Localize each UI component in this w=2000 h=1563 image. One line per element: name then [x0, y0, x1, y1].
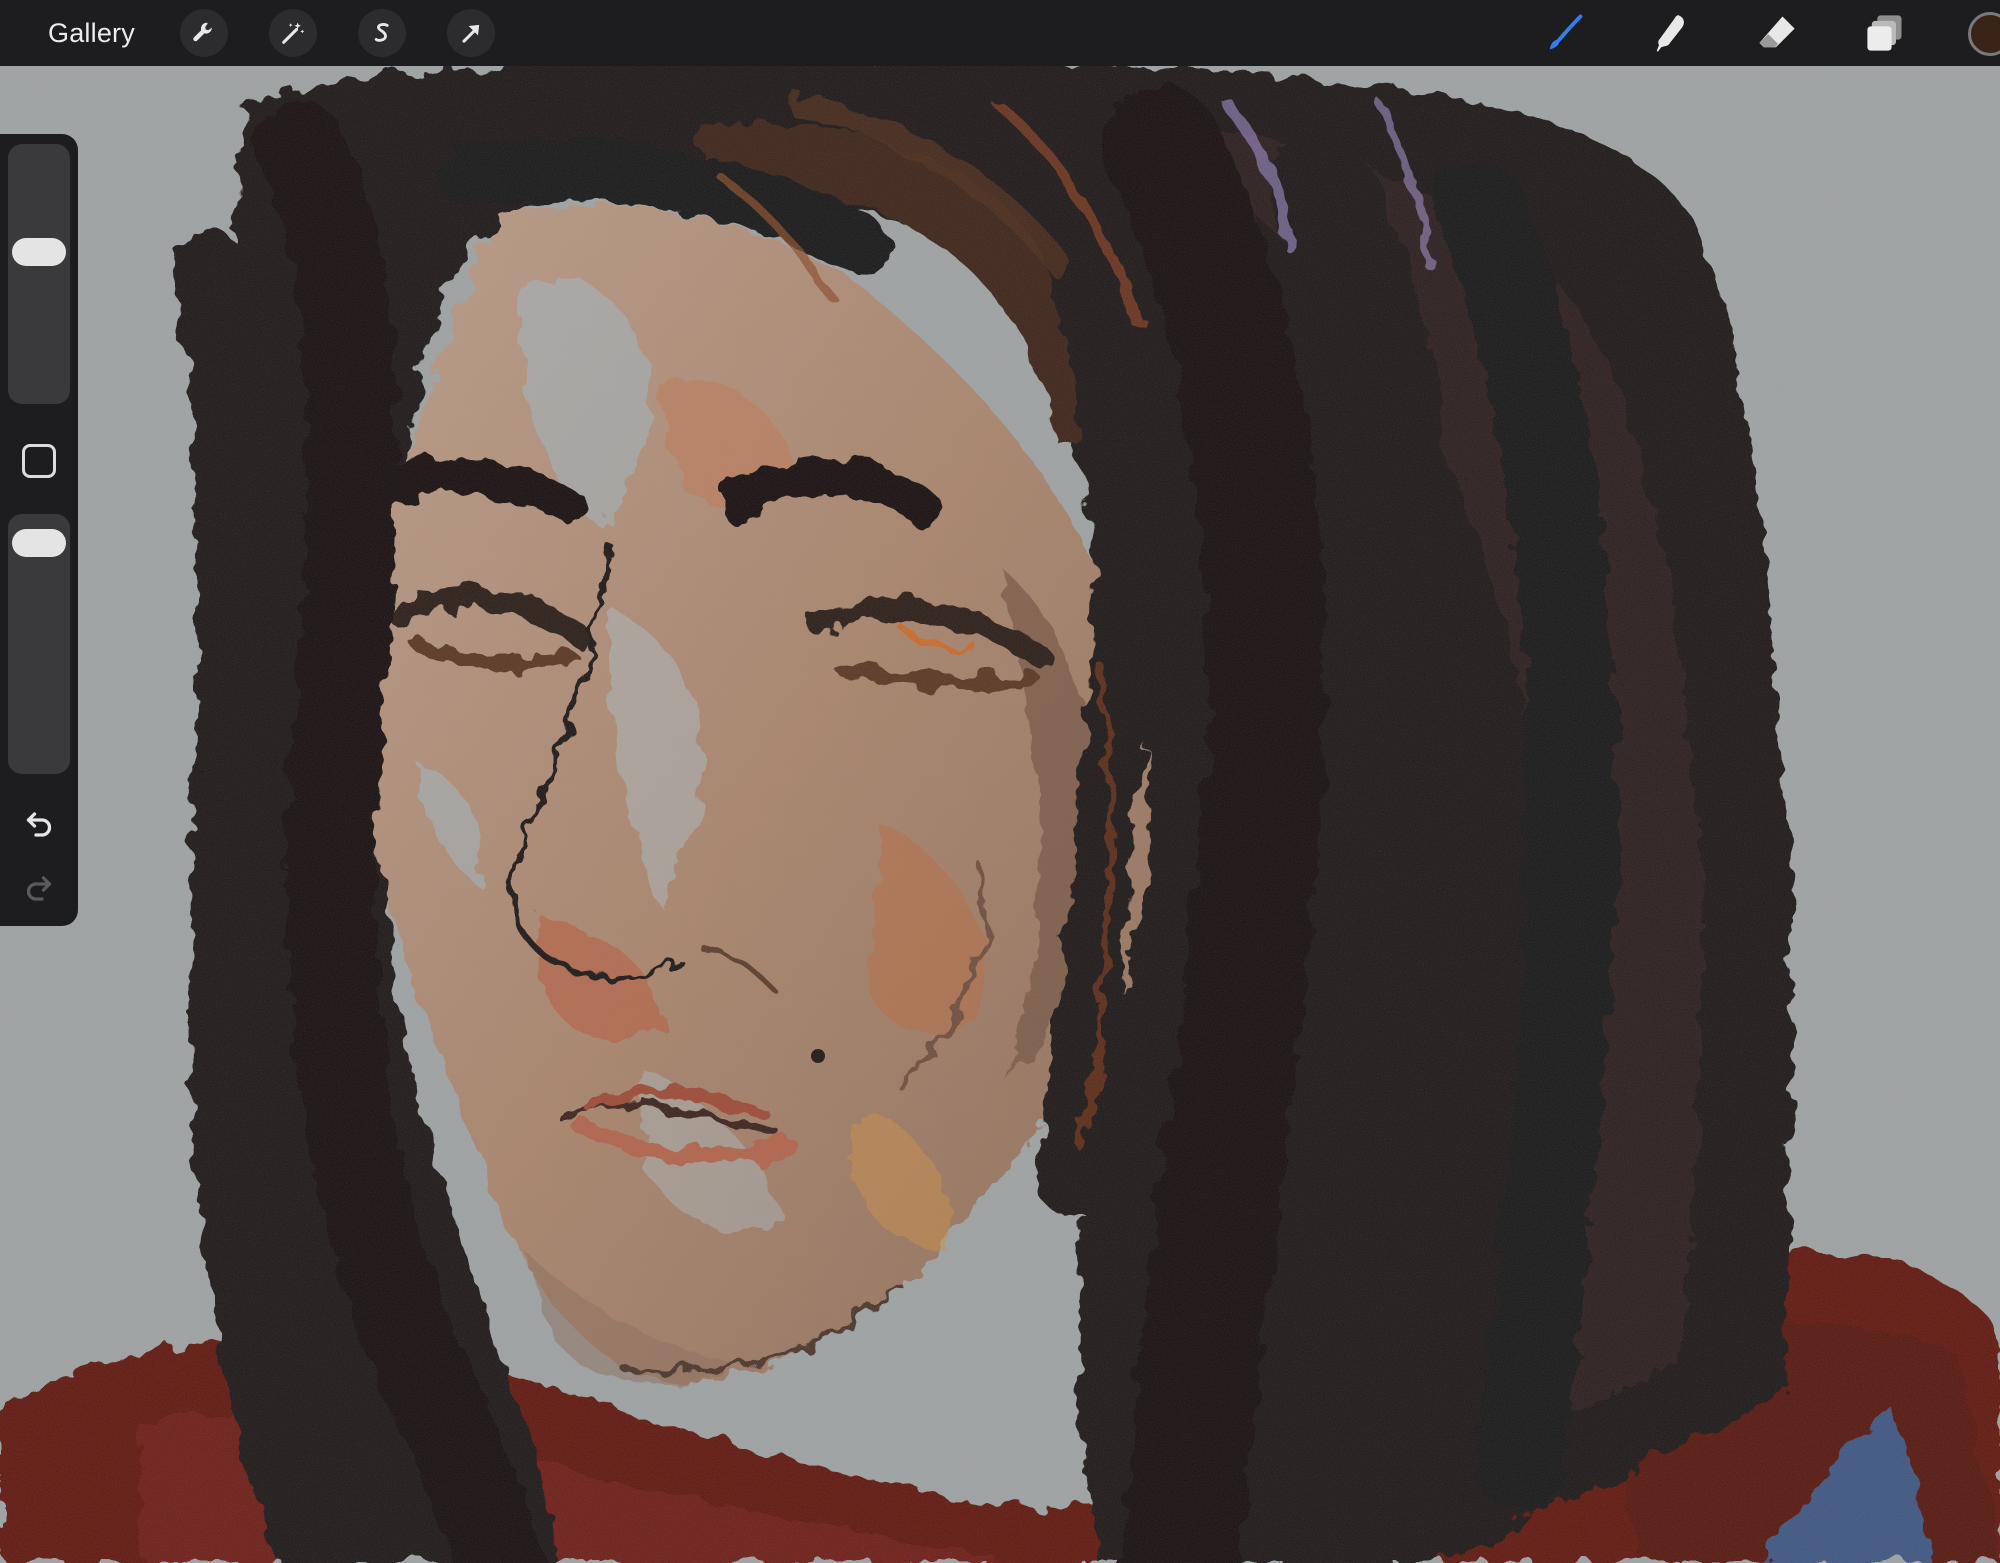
actions-button[interactable] [180, 9, 228, 57]
top-toolbar: Gallery [0, 0, 2000, 66]
undo-icon [26, 812, 52, 837]
adjustments-button[interactable] [269, 9, 317, 57]
brush-icon [1549, 14, 1583, 50]
drawing-canvas[interactable] [0, 66, 2000, 1563]
smudge-finger-icon [1656, 15, 1684, 52]
layers-button[interactable] [1860, 8, 1910, 58]
portrait-painting [0, 66, 2000, 1563]
wrench-icon [193, 22, 212, 42]
gallery-button[interactable]: Gallery [48, 10, 135, 56]
layers-icon [1867, 15, 1902, 51]
eraser-tool-button[interactable] [1752, 8, 1802, 58]
arrow-cursor-icon [462, 24, 480, 43]
brush-opacity-thumb[interactable] [12, 529, 66, 558]
brush-size-thumb[interactable] [12, 237, 66, 266]
left-sidebar [0, 134, 78, 926]
selection-s-icon [374, 23, 389, 42]
color-picker-swatch[interactable] [1968, 12, 2000, 56]
selection-button[interactable] [358, 9, 406, 57]
brush-tool-button[interactable] [1540, 8, 1590, 58]
magic-wand-icon [282, 22, 305, 44]
brush-opacity-slider[interactable] [8, 514, 70, 774]
smudge-tool-button[interactable] [1645, 8, 1695, 58]
procreate-app: Gallery [0, 0, 2000, 1563]
brush-size-slider[interactable] [8, 144, 70, 404]
eraser-icon [1759, 16, 1795, 48]
square-modify-icon[interactable] [22, 444, 56, 478]
undo-button[interactable] [18, 802, 60, 844]
redo-button[interactable] [18, 866, 60, 908]
redo-icon [26, 876, 52, 901]
transform-button[interactable] [447, 9, 495, 57]
